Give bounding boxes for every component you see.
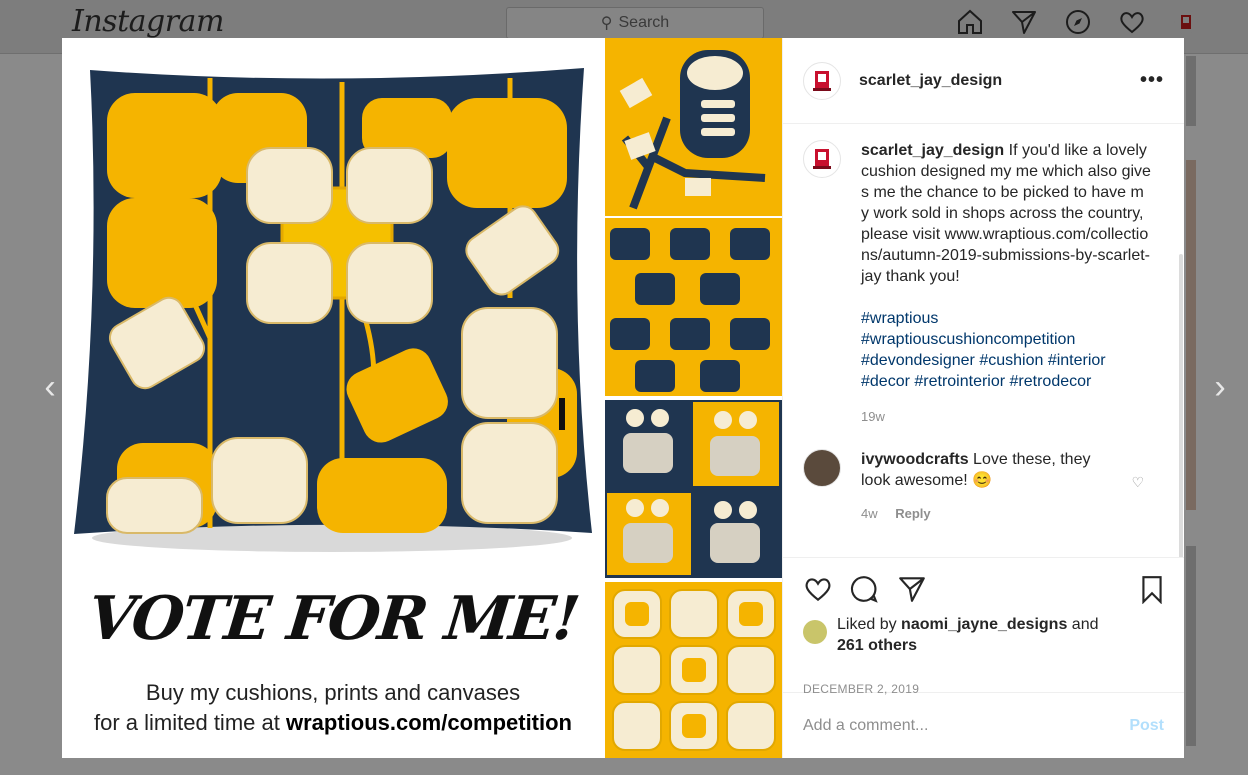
background-tile: [1186, 160, 1196, 510]
next-arrow-icon[interactable]: ›: [1208, 370, 1232, 404]
post-side-panel: scarlet_jay_design ••• scarlet_jay_desig…: [782, 38, 1184, 758]
hashtag[interactable]: #wraptiouscushioncompetition: [861, 331, 1075, 348]
background-tile: [1186, 546, 1196, 746]
post-actions: Liked by naomi_jayne_designs and 261 oth…: [783, 557, 1184, 696]
caption-avatar[interactable]: [803, 140, 841, 178]
comment-username[interactable]: ivywoodcrafts: [861, 451, 969, 468]
activity-heart-icon[interactable]: [1118, 8, 1146, 36]
home-icon[interactable]: [956, 8, 984, 36]
reply-button[interactable]: Reply: [895, 506, 930, 521]
comment-input[interactable]: Add a comment...: [803, 717, 928, 735]
profile-avatar-icon[interactable]: [1172, 8, 1200, 36]
share-direct-icon[interactable]: [897, 574, 927, 604]
commenter-avatar[interactable]: [803, 449, 841, 487]
hashtag[interactable]: #decor: [861, 373, 910, 390]
comment-meta: 4w Reply: [861, 503, 1121, 524]
likes-middle: and: [1071, 616, 1099, 633]
add-comment-bar: Add a comment... Post: [783, 692, 1184, 758]
comments-area: scarlet_jay_design If you'd like a lovel…: [783, 124, 1184, 557]
promo-line-2: for a limited time at wraptious.com/comp…: [62, 710, 604, 736]
promo-line-1: Buy my cushions, prints and canvases: [145, 680, 521, 705]
likes-others[interactable]: 261 others: [837, 637, 917, 654]
more-options-icon[interactable]: •••: [1140, 69, 1164, 92]
post-date[interactable]: DECEMBER 2, 2019: [803, 682, 919, 696]
comment-bubble-icon[interactable]: [849, 574, 879, 604]
hashtag[interactable]: #retrodecor: [1010, 373, 1092, 390]
explore-icon[interactable]: [1064, 8, 1092, 36]
hashtag[interactable]: #interior: [1048, 352, 1106, 369]
comment-age[interactable]: 4w: [861, 506, 878, 521]
search-icon: ⚲: [600, 15, 613, 32]
post-comment-button[interactable]: Post: [1129, 717, 1164, 735]
nav-icons: [956, 8, 1200, 36]
search-input[interactable]: ⚲ Search: [506, 7, 764, 39]
comment-text-block: ivywoodcrafts Love these, they look awes…: [861, 449, 1121, 524]
author-avatar[interactable]: [803, 61, 841, 100]
cushion-thumbnails: [605, 38, 782, 758]
background-tile: [1186, 56, 1196, 126]
likes-text: Liked by naomi_jayne_designs and 261 oth…: [837, 614, 1099, 656]
author-username[interactable]: scarlet_jay_design: [859, 72, 1002, 90]
liker-avatar[interactable]: [803, 620, 827, 644]
likes-user[interactable]: naomi_jayne_designs: [901, 616, 1067, 633]
caption-text: If you'd like a lovely cushion designed …: [861, 142, 1151, 285]
hashtag[interactable]: #cushion: [979, 352, 1043, 369]
caption-age[interactable]: 19w: [861, 406, 1151, 427]
vote-headline: VOTE FOR ME!: [84, 584, 582, 654]
promo-line-2-prefix: for a limited time at: [94, 710, 280, 735]
post-header: scarlet_jay_design •••: [783, 38, 1184, 124]
post-image[interactable]: VOTE FOR ME! Buy my cushions, prints and…: [62, 38, 782, 758]
comment-item: ivywoodcrafts Love these, they look awes…: [803, 449, 1164, 524]
caption-username[interactable]: scarlet_jay_design: [861, 142, 1004, 159]
hashtag[interactable]: #wraptious: [861, 310, 938, 327]
hashtag[interactable]: #retrointerior: [914, 373, 1005, 390]
likes-summary: Liked by naomi_jayne_designs and 261 oth…: [803, 614, 1099, 656]
promo-link: wraptious.com/competition: [285, 710, 572, 735]
previous-arrow-icon[interactable]: ‹: [38, 370, 62, 404]
caption-hashtags: #wraptious #wraptiouscushioncompetition …: [861, 308, 1151, 392]
caption: scarlet_jay_design If you'd like a lovel…: [803, 140, 1164, 427]
direct-icon[interactable]: [1010, 8, 1038, 36]
post-modal: VOTE FOR ME! Buy my cushions, prints and…: [62, 38, 1184, 758]
caption-text-block: scarlet_jay_design If you'd like a lovel…: [861, 140, 1151, 427]
instagram-logo[interactable]: Instagram: [72, 4, 224, 39]
like-heart-icon[interactable]: [803, 574, 833, 604]
search-placeholder: Search: [618, 14, 670, 31]
comments-scrollbar[interactable]: [1179, 254, 1183, 557]
hashtag[interactable]: #devondesigner: [861, 352, 975, 369]
save-bookmark-icon[interactable]: [1137, 574, 1167, 605]
comment-like-heart-icon[interactable]: ♡: [1131, 474, 1144, 491]
likes-prefix: Liked by: [837, 616, 897, 633]
